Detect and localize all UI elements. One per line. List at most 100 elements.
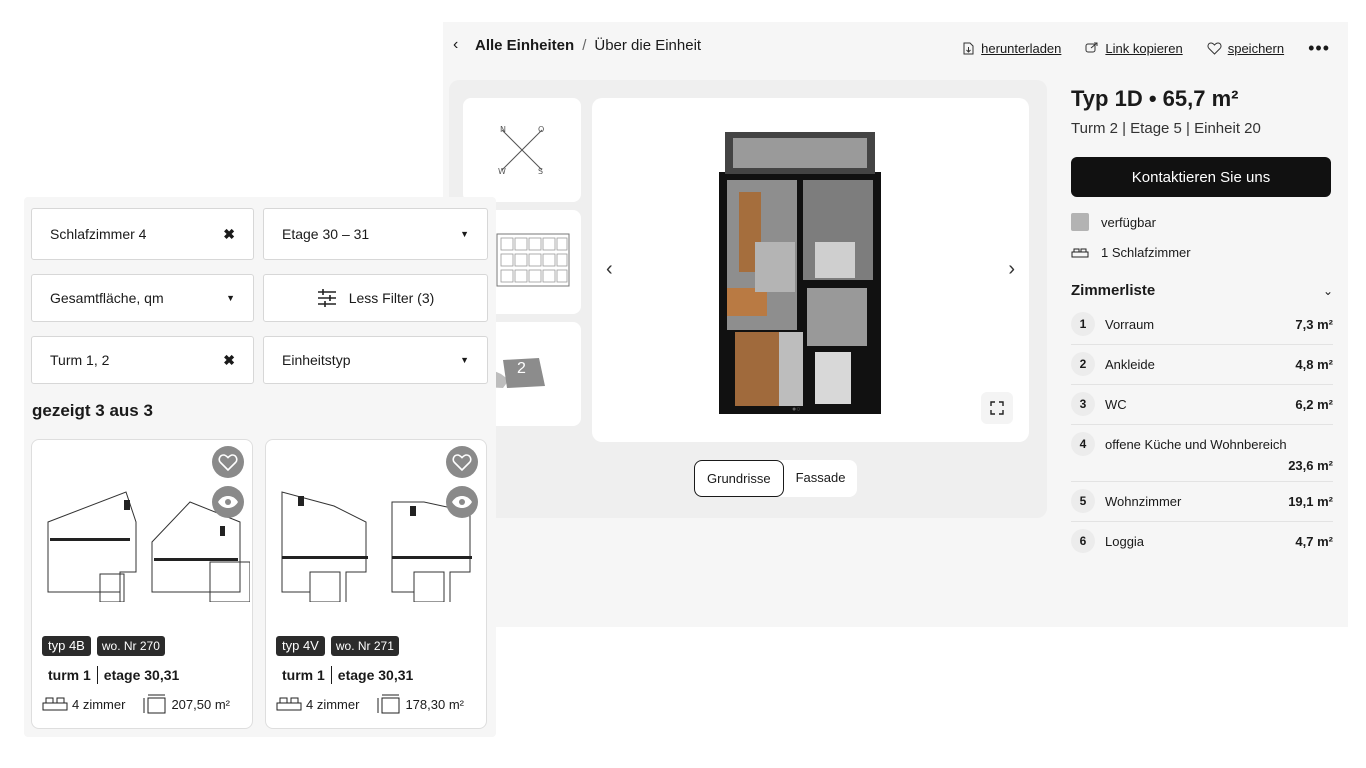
unit-rooms: 4 zimmer [72, 696, 126, 712]
eye-icon [452, 496, 472, 508]
heart-icon [218, 453, 238, 471]
heart-icon [452, 453, 472, 471]
room-number: 5 [1071, 489, 1095, 513]
favorite-button[interactable] [446, 446, 478, 478]
unit-stats: 4 zimmer 178,30 m² [276, 694, 464, 714]
less-filter-button[interactable]: Less Filter (3) [263, 274, 488, 322]
breadcrumb-current: Über die Einheit [594, 36, 702, 54]
breadcrumb-separator: / [582, 36, 587, 54]
room-row: 6 Loggia 4,7 m² [1071, 522, 1333, 561]
bed-icon [1071, 248, 1089, 257]
back-arrow-icon[interactable]: ‹ [453, 36, 467, 54]
save-label: speichern [1227, 41, 1285, 56]
clear-icon[interactable]: ✖ [223, 226, 235, 243]
heart-icon [1207, 42, 1222, 55]
floor-filter[interactable]: Etage 30 – 31 ▼ [263, 208, 488, 260]
quick-view-button[interactable] [446, 486, 478, 518]
floor-filter-value: Etage 30 – 31 [282, 226, 370, 242]
area-filter-value: Gesamtfläche, qm [50, 290, 164, 306]
room-row: 3 WC 6,2 m² [1071, 385, 1333, 425]
bedroom-row: 1 Schlafzimmer [1071, 245, 1333, 260]
floorplan-viewer: ‹ › ●○ [592, 98, 1029, 442]
compass-thumbnail[interactable]: N O W S [463, 98, 581, 202]
divider [330, 666, 332, 684]
caret-down-icon: ▼ [460, 229, 469, 239]
clear-icon[interactable]: ✖ [223, 352, 235, 369]
tower-filter[interactable]: Turm 1, 2 ✖ [31, 336, 254, 384]
room-area: 19,1 m² [1288, 493, 1333, 509]
svg-text:S: S [538, 167, 543, 176]
unit-title: Typ 1D • 65,7 m² [1071, 86, 1239, 111]
fullscreen-button[interactable] [981, 392, 1013, 424]
area-filter[interactable]: Gesamtfläche, qm ▼ [31, 274, 254, 322]
svg-text:O: O [538, 125, 544, 134]
unit-area: 207,50 m² [171, 696, 230, 712]
unit-rooms: 4 zimmer [306, 696, 360, 712]
room-name: WC [1105, 396, 1127, 412]
unit-card[interactable]: typ 4V wo. Nr 271 turm 1 etage 30,31 4 z… [265, 439, 487, 729]
unit-detail-panel: ‹ Alle Einheiten / Über die Einheit heru… [443, 22, 1348, 627]
room-area: 7,3 m² [1295, 316, 1333, 332]
floorplan-gallery: N O W S 2 ‹ › ●○ [449, 80, 1047, 518]
apartment-floorplan-image [719, 132, 881, 414]
copy-link-button[interactable]: Link kopieren [1085, 41, 1183, 56]
unit-tower: turm 1 [282, 667, 325, 683]
room-number: 6 [1071, 529, 1095, 553]
next-image-arrow-icon[interactable]: › [1008, 258, 1015, 281]
room-number: 2 [1071, 352, 1095, 376]
previous-image-arrow-icon[interactable]: ‹ [606, 258, 613, 281]
bed-icon [276, 697, 302, 711]
breadcrumb: ‹ Alle Einheiten / Über die Einheit [453, 36, 701, 54]
room-row: 4 offene Küche und Wohnbereich 23,6 m² [1071, 425, 1333, 482]
caret-down-icon: ▼ [460, 355, 469, 365]
room-name: Ankleide [1105, 356, 1155, 372]
unit-location: turm 1 etage 30,31 [282, 666, 413, 684]
room-row: 5 Wohnzimmer 19,1 m² [1071, 482, 1333, 522]
bedrooms-filter[interactable]: Schlafzimmer 4 ✖ [31, 208, 254, 260]
room-list-heading: Zimmerliste [1071, 282, 1156, 299]
bed-icon [42, 697, 68, 711]
less-filter-label: Less Filter (3) [348, 290, 435, 306]
results-count: gezeigt 3 aus 3 [32, 401, 153, 420]
save-button[interactable]: speichern [1207, 41, 1284, 56]
unit-floorplan-image [281, 491, 472, 602]
favorite-button[interactable] [212, 446, 244, 478]
unit-tags: typ 4V wo. Nr 271 [276, 636, 399, 656]
room-area: 4,8 m² [1295, 356, 1333, 372]
room-area: 4,7 m² [1295, 533, 1333, 549]
download-button[interactable]: herunterladen [962, 41, 1061, 56]
availability-row: verfügbar [1071, 213, 1333, 231]
breadcrumb-parent[interactable]: Alle Einheiten [475, 37, 574, 54]
room-name: Loggia [1105, 533, 1145, 549]
room-list-toggle[interactable]: Zimmerliste ⌄ [1071, 282, 1333, 299]
contact-button[interactable]: Kontaktieren Sie uns [1071, 157, 1331, 197]
room-row: 1 Vorraum 7,3 m² [1071, 305, 1333, 345]
unit-card[interactable]: typ 4B wo. Nr 270 turm 1 etage 30,31 4 z… [31, 439, 253, 729]
more-options-icon[interactable]: ••• [1308, 38, 1330, 59]
tab-facade[interactable]: Fassade [784, 460, 858, 497]
room-name: offene Küche und Wohnbereich [1105, 436, 1287, 452]
download-icon [963, 42, 974, 55]
unit-type-filter[interactable]: Einheitstyp ▼ [263, 336, 488, 384]
unit-number-tag: wo. Nr 270 [96, 636, 165, 656]
unit-location: turm 1 etage 30,31 [48, 666, 179, 684]
svg-text:N: N [500, 125, 506, 134]
unit-location: Turm 2 | Etage 5 | Einheit 20 [1071, 120, 1261, 137]
sliders-icon [317, 289, 336, 307]
unit-type-tag: typ 4V [276, 636, 325, 656]
compass-icon: N O W S [498, 125, 544, 176]
area-icon [143, 694, 166, 714]
room-list: 1 Vorraum 7,3 m² 2 Ankleide 4,8 m² 3 WC … [1071, 305, 1333, 561]
room-number: 3 [1071, 392, 1095, 416]
unit-info: Typ 1D • 65,7 m² Turm 2 | Etage 5 | Einh… [1071, 86, 1333, 561]
quick-view-button[interactable] [212, 486, 244, 518]
unit-floor: etage 30,31 [337, 667, 414, 683]
room-area: 23,6 m² [1288, 458, 1333, 473]
tab-floorplans[interactable]: Grundrisse [694, 460, 784, 497]
copy-link-label: Link kopieren [1105, 41, 1183, 56]
unit-list-panel: Schlafzimmer 4 ✖ Etage 30 – 31 ▼ Gesamtf… [24, 197, 496, 737]
chevron-down-icon: ⌄ [1322, 283, 1333, 298]
availability-status: verfügbar [1101, 214, 1156, 230]
image-pagination-dots: ●○ [792, 406, 801, 413]
tower-filter-value: Turm 1, 2 [50, 352, 110, 368]
